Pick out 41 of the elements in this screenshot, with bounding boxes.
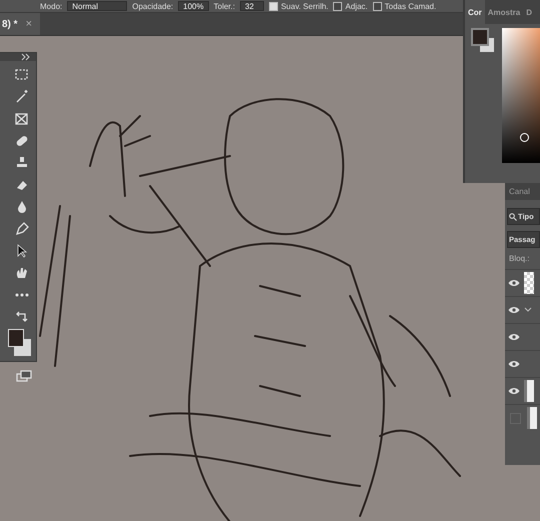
close-button[interactable]: × xyxy=(26,18,32,30)
panel-tab[interactable]: D xyxy=(523,0,536,24)
layer-thumbnail xyxy=(524,380,534,402)
background-swatch[interactable] xyxy=(14,339,31,356)
option-label: Suav. Serrilh. xyxy=(280,2,328,10)
layer-row[interactable] xyxy=(505,269,540,296)
tolerance-label: Toler.: xyxy=(214,2,235,10)
layer-thumbnail xyxy=(524,272,534,294)
document-tab[interactable]: 8) * × xyxy=(0,13,40,35)
lock-label: Bloq.: xyxy=(509,254,530,263)
magic-wand-icon[interactable] xyxy=(14,89,30,105)
opacity-field[interactable]: 100% xyxy=(178,1,209,11)
chevron-icon[interactable] xyxy=(524,307,532,313)
option-label: Adjac. xyxy=(345,2,368,10)
hand-icon[interactable] xyxy=(14,265,30,281)
frame-icon[interactable] xyxy=(14,111,30,127)
layer-row[interactable] xyxy=(505,377,540,404)
color-picker-field[interactable] xyxy=(502,28,540,163)
layer-thumbnail xyxy=(527,407,537,429)
eye-icon[interactable] xyxy=(508,333,520,341)
search-icon xyxy=(509,212,517,220)
pen-icon[interactable] xyxy=(14,221,30,237)
eye-icon[interactable] xyxy=(508,360,520,368)
screen-mode-icon[interactable] xyxy=(16,369,32,383)
checkbox[interactable] xyxy=(333,2,342,10)
mode-label: Modo: xyxy=(40,2,62,10)
background-swatch[interactable] xyxy=(480,38,494,52)
panel-tab[interactable]: Amostra xyxy=(484,0,524,24)
checkbox[interactable] xyxy=(268,2,278,10)
eye-icon[interactable] xyxy=(508,279,520,287)
foreground-swatch[interactable] xyxy=(471,28,489,46)
eye-icon[interactable] xyxy=(508,306,520,314)
opacity-label: Opacidade: xyxy=(132,2,174,10)
panel-tab[interactable]: Cor xyxy=(465,0,485,24)
tolerance-field[interactable]: 32 xyxy=(240,1,264,11)
eye-icon[interactable] xyxy=(508,387,520,395)
layer-row[interactable] xyxy=(505,404,540,431)
option-label: Todas Camad. xyxy=(384,2,436,10)
picker-handle[interactable] xyxy=(520,133,529,142)
mode-dropdown[interactable]: Normal xyxy=(67,1,128,11)
checkbox[interactable] xyxy=(372,2,382,10)
